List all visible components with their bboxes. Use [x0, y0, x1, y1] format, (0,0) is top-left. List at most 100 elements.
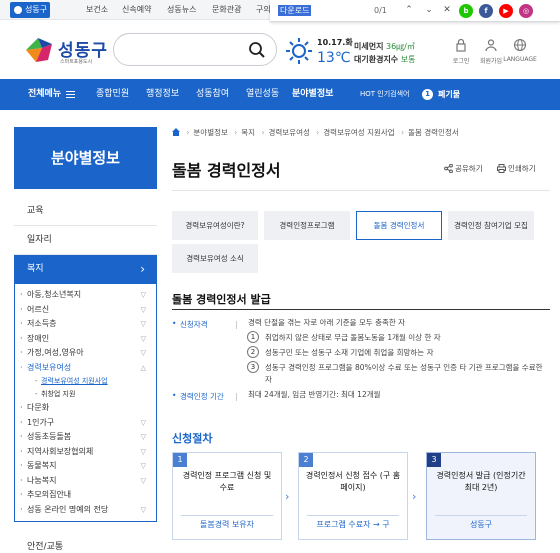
- sidebar-item-jobs[interactable]: 일자리: [14, 226, 157, 255]
- top-link-reservation[interactable]: 신속예약: [122, 0, 151, 20]
- submenu-label: 가정,여성,영유아: [27, 348, 84, 357]
- condition-1: 취업하지 않은 상태로 무급 돌봄노동을 1개월 이상 한 자: [265, 333, 441, 342]
- find-next-button[interactable]: ⌄: [422, 3, 436, 17]
- condition-3: 성동구 경력인정 프로그램을 80%이상 수료 또는 성동구 인증 타 기관 프…: [265, 363, 543, 384]
- divider: [236, 321, 237, 329]
- submenu-item[interactable]: 어르신 ▽: [15, 303, 156, 318]
- step-number: 1: [173, 453, 187, 467]
- subsubmenu-item[interactable]: 취창업 지원: [15, 388, 156, 401]
- step-title: 경력인정서 신청 접수 (구 홈페이지): [305, 471, 401, 492]
- chevron-up-icon: △: [140, 363, 146, 372]
- title-divider: [172, 190, 550, 191]
- submenu-label: 성동 온라인 명예의 전당: [27, 504, 109, 514]
- chevron-down-icon: ▽: [140, 462, 146, 470]
- submenu-item[interactable]: 가정,여성,영유아 ▽: [15, 346, 156, 361]
- breadcrumb-item[interactable]: 분야별정보: [193, 128, 228, 137]
- tab-about[interactable]: 경력보유여성이란?: [172, 211, 258, 240]
- language-link[interactable]: LANGUAGE: [502, 38, 538, 63]
- sidebar-item-education[interactable]: 교육: [14, 197, 157, 226]
- find-prev-button[interactable]: ⌃: [402, 3, 416, 17]
- submenu-item[interactable]: 아동,청소년복지 ▽: [15, 288, 156, 303]
- print-button[interactable]: 인쇄하기: [497, 163, 536, 174]
- top-link-district[interactable]: 구의: [256, 0, 271, 20]
- submenu-label: 다문화: [27, 403, 50, 412]
- section-title: 돌봄 경력인정서 발급: [172, 293, 271, 306]
- search-icon[interactable]: [248, 41, 266, 59]
- nav-item-participation[interactable]: 성동참여: [196, 79, 229, 110]
- sidebar-item-safety[interactable]: 안전/교통: [14, 539, 157, 552]
- step-number: 3: [427, 453, 441, 467]
- submenu-item[interactable]: 추모의집안내: [15, 488, 156, 503]
- top-link-culture[interactable]: 문화관광: [212, 0, 241, 20]
- top-link-health[interactable]: 보건소: [86, 0, 108, 20]
- share-button[interactable]: 공유하기: [444, 163, 483, 174]
- blog-icon[interactable]: b: [459, 4, 473, 18]
- chevron-down-icon: ▽: [140, 305, 146, 314]
- seongdong-logo[interactable]: 성동구 스마트포용도시: [24, 34, 119, 70]
- submenu-label: 1인가구: [27, 417, 55, 427]
- submenu-label: 성동초등돌봄: [27, 432, 72, 441]
- nav-item-open[interactable]: 열린성동: [246, 79, 279, 110]
- chevron-down-icon: ▽: [140, 418, 146, 427]
- home-icon[interactable]: [172, 128, 180, 136]
- procedure-step-2: 2 경력인정서 신청 접수 (구 홈페이지) 프로그램 수료자 → 구: [298, 452, 408, 540]
- login-link[interactable]: 로그인: [444, 38, 478, 65]
- tab-program[interactable]: 경력인정프로그램: [264, 211, 350, 240]
- submenu-item[interactable]: 성동초등돌봄 ▽: [15, 430, 156, 445]
- condition-number-1: 1: [247, 331, 259, 343]
- chevron-right-icon: ›: [285, 490, 290, 503]
- hamburger-icon[interactable]: [66, 91, 75, 98]
- seongdong-home-link[interactable]: 성동구청: [10, 2, 50, 30]
- breadcrumb-item[interactable]: 경력보유여성 지원사업: [323, 128, 394, 137]
- top-link-news[interactable]: 성동뉴스: [167, 0, 196, 20]
- qualification-label: 신청자격: [172, 319, 207, 330]
- breadcrumb-separator: ›: [234, 128, 238, 137]
- breadcrumb-item-current: 돌봄 경력인정서: [408, 128, 459, 137]
- hot-keywords[interactable]: HOT 인기검색어 1 폐기물: [350, 79, 560, 110]
- submenu-item-current[interactable]: 경력보유여성 △: [15, 361, 156, 376]
- sidebar-menu: 교육 일자리 복지 아동,청소년복지 ▽ 어르신 ▽ 저소득층 ▽ 장애인 ▽ 가정,여…: [14, 197, 157, 522]
- youtube-icon[interactable]: ▶: [499, 4, 513, 18]
- submenu-label: 어르신: [27, 304, 50, 314]
- find-query-input[interactable]: 다운로드: [278, 5, 312, 16]
- submenu-item[interactable]: 다문화: [15, 401, 156, 416]
- breadcrumb-separator: ›: [401, 128, 405, 137]
- submenu-label: 아동,청소년복지: [27, 290, 82, 299]
- subsubmenu-item-current[interactable]: 경력보유여성 지원사업: [15, 375, 156, 388]
- hot-keyword[interactable]: 폐기물: [438, 79, 460, 110]
- nav-item-admin[interactable]: 행정정보: [146, 79, 179, 110]
- find-in-page-bar: 다운로드 0/1 ⌃ ⌄ ✕ b f ▶ ◎: [270, 0, 560, 22]
- all-menu-button[interactable]: 전체메뉴: [28, 79, 61, 110]
- condition-number-3: 3: [247, 361, 259, 373]
- submenu-label: 저소득층: [27, 319, 57, 328]
- procedure-title: 신청절차: [172, 432, 213, 445]
- tab-company-recruit[interactable]: 경력인정 참여기업 모집: [448, 211, 534, 240]
- submenu-item[interactable]: 저소득층 ▽: [15, 317, 156, 332]
- chevron-down-icon: ▽: [140, 505, 146, 514]
- submenu-label: 지역사회보장협의체: [27, 446, 94, 456]
- nav-item-fields[interactable]: 분야별정보: [292, 79, 333, 110]
- qualification-text: 경력 단절을 겪는 자로 아래 기준을 모두 충족한 자: [248, 318, 406, 327]
- tab-news[interactable]: 경력보유여성 소식: [172, 244, 258, 273]
- breadcrumb-item[interactable]: 복지: [241, 128, 255, 137]
- submenu-item[interactable]: 1인가구 ▽: [15, 416, 156, 431]
- submenu-item[interactable]: 나눔복지 ▽: [15, 474, 156, 489]
- find-close-button[interactable]: ✕: [440, 3, 454, 17]
- chevron-down-icon: ▽: [140, 447, 146, 456]
- chevron-right-icon: ›: [412, 490, 417, 503]
- submenu-item[interactable]: 동물복지 ▽: [15, 459, 156, 474]
- breadcrumb-item[interactable]: 경력보유여성: [268, 128, 309, 137]
- submenu-item[interactable]: 장애인 ▽: [15, 332, 156, 347]
- submenu-item[interactable]: 성동 온라인 명예의 전당 ▽: [15, 503, 156, 518]
- search-input[interactable]: [113, 33, 277, 66]
- sidebar-item-welfare[interactable]: 복지: [14, 255, 157, 284]
- step-actor: 성동구: [435, 515, 527, 530]
- instagram-icon[interactable]: ◎: [519, 4, 533, 18]
- chevron-down-icon: ▽: [140, 349, 146, 357]
- submenu-label: 경력보유여성: [27, 362, 72, 372]
- submenu-item[interactable]: 지역사회보장협의체 ▽: [15, 445, 156, 460]
- facebook-icon[interactable]: f: [479, 4, 493, 18]
- nav-item-civil[interactable]: 종합민원: [96, 79, 129, 110]
- air-index: 대기환경지수 보통: [354, 54, 415, 65]
- tab-certificate[interactable]: 돌봄 경력인정서: [356, 211, 442, 240]
